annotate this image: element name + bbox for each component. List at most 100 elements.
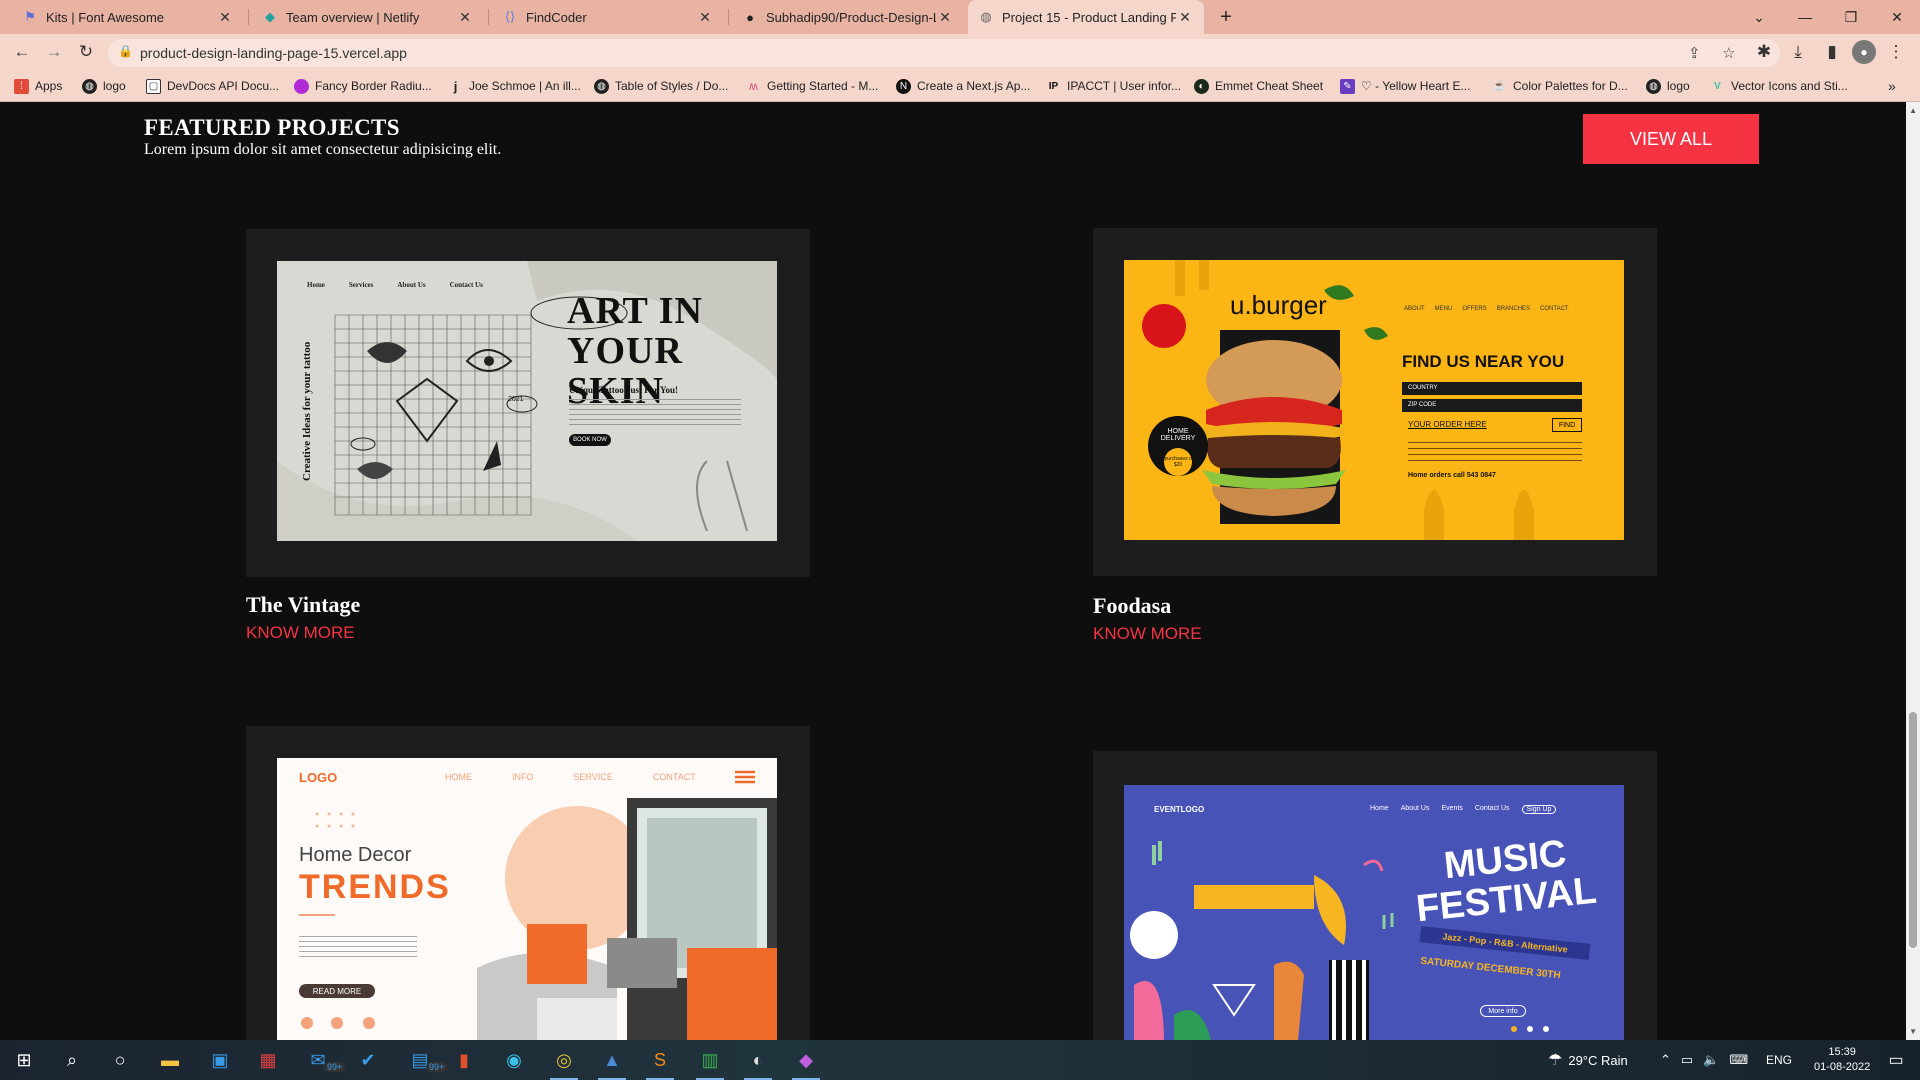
close-tab-icon[interactable]: ✕ (936, 9, 954, 26)
bookmark-devdocs[interactable]: ▢ DevDocs API Docu... (146, 76, 279, 96)
bookmark-logo[interactable]: ◍ logo (82, 76, 126, 96)
tab-findcoder[interactable]: ⟨⟩ FindCoder ✕ (492, 0, 724, 34)
tab-netlify[interactable]: ◆ Team overview | Netlify ✕ (252, 0, 484, 34)
globe-icon: ◍ (980, 9, 992, 24)
battery-icon: ▭ (1680, 1052, 1694, 1067)
netlify-icon: ◆ (265, 9, 275, 24)
mail-icon[interactable]: ✉ 99+ (294, 1040, 346, 1080)
restore-button[interactable]: ❐ (1828, 0, 1874, 34)
forward-button[interactable]: → (42, 40, 66, 64)
burger-logo: u.burger (1230, 290, 1327, 320)
teams-icon[interactable]: ▤ 99+ (396, 1040, 448, 1080)
bookmark-star-icon[interactable]: ☆ (1722, 44, 1735, 62)
share-icon[interactable]: ⇪ (1688, 44, 1701, 62)
burger-nav-contact: CONTACT (1540, 306, 1569, 312)
todo-icon[interactable]: ✔ (344, 1040, 392, 1080)
know-more-link-vintage[interactable]: KNOW MORE (246, 623, 355, 643)
side-panel-icon[interactable]: ▮ (1820, 40, 1844, 64)
decor-body-text-lines (299, 936, 417, 958)
music-nav-home: Home (1370, 805, 1389, 812)
language-indicator[interactable]: ENG (1766, 1040, 1792, 1080)
close-tab-icon[interactable]: ✕ (216, 9, 234, 26)
extensions-icon[interactable]: ✱ (1752, 40, 1776, 64)
close-window-button[interactable]: ✕ (1874, 0, 1920, 34)
gift-icon[interactable]: ▦ (244, 1040, 292, 1080)
bookmark-vector-icons[interactable]: V Vector Icons and Sti... (1710, 76, 1848, 96)
blob-icon (294, 78, 309, 94)
scroll-down-icon[interactable]: ▼ (1909, 1027, 1917, 1036)
menu-icon[interactable]: ⋮ (1884, 40, 1908, 64)
project-card-home-decor[interactable]: LOGO HOME INFO SERVICE CONTACT Home Deco… (246, 726, 810, 1040)
chrome-icon[interactable]: ◎ (540, 1040, 588, 1080)
scroll-up-icon[interactable]: ▲ (1909, 106, 1917, 115)
file-explorer-icon[interactable]: ▬ (146, 1040, 194, 1080)
bookmarks-overflow-icon[interactable]: » (1888, 76, 1896, 96)
page-scrollbar[interactable]: ▲ ▼ (1906, 102, 1920, 1040)
windows-taskbar: ⊞ ⌕ ○ ▬ ▣ ▦ ✉ 99+ ✔ ▤ 99+ ▮ ◉ ◎ ▲ S ▥ ◐ ◆ … (0, 1040, 1920, 1080)
project-preview-music-festival: EVENTLOGO Home About Us Events Contact U… (1124, 785, 1624, 1040)
edge-icon[interactable]: ◉ (490, 1040, 538, 1080)
bookmark-fancy-border[interactable]: Fancy Border Radiu... (294, 76, 432, 96)
bookmark-table-of-styles[interactable]: ◍ Table of Styles / Do... (594, 76, 728, 96)
view-all-button[interactable]: VIEW ALL (1583, 114, 1759, 164)
project-preview-vintage: Home Services About Us Contact Us ART IN… (277, 261, 777, 541)
search-icon[interactable]: ⌕ (48, 1040, 96, 1080)
bookmark-nextjs[interactable]: N Create a Next.js Ap... (896, 76, 1030, 96)
vintage-tagline: Unique Tattoo Just For You! (569, 385, 679, 395)
bookmark-logo-2[interactable]: ◍ logo (1646, 76, 1690, 96)
system-tray-icons[interactable]: ⌃ ▭ 🔈 ⌨ (1660, 1040, 1748, 1080)
notepad-icon[interactable]: ▥ (686, 1040, 734, 1080)
weather-widget[interactable]: ☂ 29°C Rain (1548, 1040, 1628, 1080)
notification-icon[interactable]: ▭ (1872, 1040, 1920, 1080)
decor-nav-service: SERVICE (573, 772, 613, 782)
decor-nav-home: HOME (445, 772, 472, 782)
scroll-thumb[interactable] (1909, 712, 1917, 948)
photos-icon[interactable]: ▲ (588, 1040, 636, 1080)
profile-avatar[interactable]: ● (1852, 40, 1876, 64)
decor-heading-2: TRENDS (299, 868, 451, 906)
project-card-foodasa[interactable]: u.burger ABOUT MENU OFFERS BRANCHES CONT… (1093, 228, 1657, 576)
clock[interactable]: 15:39 01-08-2022 (1814, 1040, 1870, 1080)
close-tab-icon[interactable]: ✕ (1176, 9, 1194, 26)
tab-search-icon[interactable]: ⌄ (1736, 0, 1782, 34)
know-more-link-foodasa[interactable]: KNOW MORE (1093, 624, 1202, 644)
address-bar[interactable]: 🔒 product-design-landing-page-15.vercel.… (108, 39, 1780, 67)
close-tab-icon[interactable]: ✕ (696, 9, 714, 26)
bookmark-color-palettes[interactable]: ☕ Color Palettes for D... (1492, 76, 1627, 96)
paint-icon[interactable]: ◐ (734, 1040, 782, 1080)
music-nav-contact: Contact Us (1474, 805, 1510, 812)
download-icon[interactable]: ⤓ (1786, 40, 1810, 64)
burger-phone-text: Home orders call 543 0847 (1408, 472, 1496, 479)
new-tab-button[interactable]: + (1204, 0, 1248, 34)
decor-read-more-button: READ MORE (299, 984, 375, 998)
minimize-button[interactable]: — (1782, 0, 1828, 34)
bookmark-emmet[interactable]: ◐ Emmet Cheat Sheet (1194, 76, 1323, 96)
project-card-music-festival[interactable]: EVENTLOGO Home About Us Events Contact U… (1093, 751, 1657, 1040)
burger-delivery-badge: HOME DELIVERY (1160, 428, 1196, 442)
bookmark-getting-started[interactable]: ʍ Getting Started - M... (746, 76, 878, 96)
chevron-up-icon: ⌃ (1660, 1052, 1671, 1067)
globe-icon: ◍ (82, 78, 97, 94)
office-icon[interactable]: ▮ (440, 1040, 488, 1080)
bookmark-joe-schmoe[interactable]: j Joe Schmoe | An ill... (448, 76, 581, 96)
vintage-nav-about: About Us (397, 281, 426, 289)
close-tab-icon[interactable]: ✕ (456, 9, 474, 26)
bookmark-apps[interactable]: ⁞ Apps (14, 76, 62, 96)
reload-button[interactable]: ↻ (74, 40, 98, 64)
cortana-icon[interactable]: ○ (96, 1040, 144, 1080)
store-icon[interactable]: ▣ (196, 1040, 244, 1080)
bookmark-yellow-heart[interactable]: ✎ ♡ - Yellow Heart E... (1340, 76, 1470, 96)
clock-time: 15:39 (1828, 1046, 1856, 1058)
windows-start-icon[interactable]: ⊞ (0, 1040, 48, 1080)
tab-font-awesome[interactable]: ⚑ Kits | Font Awesome ✕ (12, 0, 244, 34)
project-card-vintage[interactable]: Home Services About Us Contact Us ART IN… (246, 229, 810, 577)
color-drop-icon[interactable]: ◆ (782, 1040, 830, 1080)
music-nav-signup: Sign Up (1521, 805, 1557, 814)
flag-icon: ⚑ (24, 9, 36, 24)
music-logo: EVENTLOGO (1154, 805, 1205, 814)
tab-project-15[interactable]: ◍ Project 15 - Product Landing Pag ✕ (968, 0, 1204, 34)
back-button[interactable]: ← (10, 40, 34, 64)
sublime-icon[interactable]: S (636, 1040, 684, 1080)
tab-github[interactable]: ● Subhadip90/Product-Design-Lan ✕ (732, 0, 964, 34)
bookmark-ipacct[interactable]: IP IPACCT | User infor... (1046, 76, 1181, 96)
